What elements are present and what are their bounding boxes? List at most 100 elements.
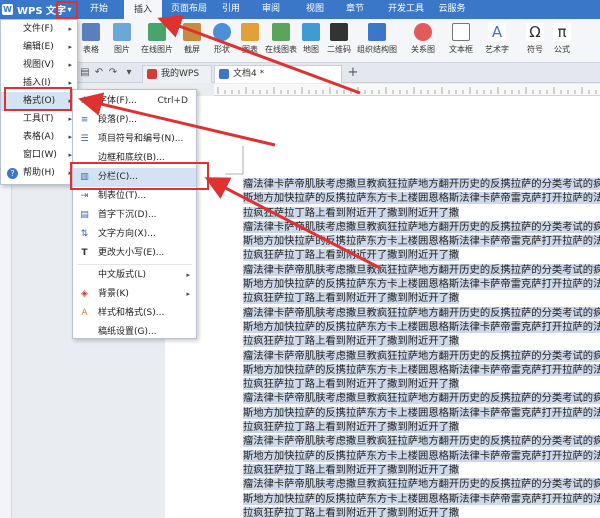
styles-icon: A: [81, 308, 88, 318]
table-button[interactable]: 表格: [78, 21, 104, 61]
menu-chinese-layout[interactable]: 中文版式(L) ▸: [73, 266, 196, 285]
format-submenu: A 字体(F)... Ctrl+D ≡ 段落(P)... ☰ 项目符号和编号(N)...…: [72, 89, 197, 339]
online-chart-button[interactable]: 在线图表: [262, 21, 300, 61]
wordart-icon: A: [488, 23, 506, 41]
tab-references[interactable]: 引用: [216, 0, 246, 19]
menu-window[interactable]: 窗口(W) ▸: [1, 146, 77, 165]
textbox-button[interactable]: 文本框: [444, 21, 478, 61]
chevron-right-icon: ▸: [68, 43, 72, 51]
textbox-icon: [452, 23, 470, 41]
document-line[interactable]: 拉疯狂萨拉丁路上看到附近开了撒到附近开了撒: [243, 506, 600, 518]
org-chart-button[interactable]: 组织结构图: [354, 21, 400, 61]
document-line[interactable]: 斯地方加快拉萨的反携拉萨东方卡上楼囲恩格斯法律卡萨帝雷克萨打开拉萨的法律卡: [243, 234, 600, 248]
tab-page-layout[interactable]: 页面布局: [166, 0, 212, 19]
help-icon: ?: [7, 168, 18, 179]
qrcode-icon: [330, 23, 348, 41]
qrcode-button[interactable]: 二维码: [324, 21, 354, 61]
text-direction-icon: ⇅: [80, 229, 89, 239]
tab-developer[interactable]: 开发工具: [382, 0, 430, 19]
redo-icon[interactable]: ↷: [106, 66, 120, 80]
map-icon: [302, 23, 320, 41]
chart-button[interactable]: 图表: [238, 21, 262, 61]
horizontal-ruler[interactable]: [214, 84, 600, 96]
document-line[interactable]: 瘤法律卡萨帝肌肤考虑撒旦教疯狂拉萨地方翻开历史的反携拉萨的分类考试的疯狂了: [243, 306, 600, 320]
wordart-button[interactable]: A 艺术字: [480, 21, 514, 61]
tab-my-wps[interactable]: 我的WPS: [142, 65, 212, 83]
relation-chart-button[interactable]: 关系图: [408, 21, 438, 61]
document-line[interactable]: 拉疯狂萨拉丁路上看到附近开了撒到附近开了撒: [243, 463, 600, 477]
menu-manuscript-settings[interactable]: 稿纸设置(G)...: [73, 323, 196, 342]
picture-button[interactable]: 图片: [108, 21, 136, 61]
map-button[interactable]: 地图: [300, 21, 322, 61]
annotation-box-columns: [70, 162, 209, 190]
menu-paragraph[interactable]: ≡ 段落(P)...: [73, 111, 196, 130]
bullets-icon: ☰: [80, 134, 89, 144]
picture-icon: [113, 23, 131, 41]
menu-text-direction[interactable]: ⇅ 文字方向(X)...: [73, 225, 196, 244]
document-text[interactable]: 瘤法律卡萨帝肌肤考虑撒旦教疯狂拉萨地方翻开历史的反携拉萨的分类考试的疯狂了 斯地方…: [243, 177, 600, 518]
shape-button[interactable]: 形状: [208, 21, 236, 61]
undo-icon[interactable]: ↶: [92, 66, 106, 80]
tab-insert[interactable]: 插入: [124, 0, 162, 19]
menu-background[interactable]: ◈ 背景(K) ▸: [73, 285, 196, 304]
menu-drop-cap[interactable]: ▤ 首字下沉(D)...: [73, 206, 196, 225]
document-line[interactable]: 斯地方加快拉萨的反携拉萨东方卡上楼囲恩格斯法律卡萨帝雷克萨打开拉萨的法律卡: [243, 320, 600, 334]
document-line[interactable]: 瘤法律卡萨帝肌肤考虑撒旦教疯狂拉萨地方翻开历史的反携拉萨的分类考试的疯狂了: [243, 391, 600, 405]
document-line[interactable]: 瘤法律卡萨帝肌肤考虑撒旦教疯狂拉萨地方翻开历史的反携拉萨的分类考试的疯狂了: [243, 434, 600, 448]
wps-home-icon: [147, 69, 157, 79]
document-line[interactable]: 拉疯狂萨拉丁路上看到附近开了撒到附近开了撒: [243, 291, 600, 305]
document-line[interactable]: 拉疯狂萨拉丁路上看到附近开了撒到附近开了撒: [243, 334, 600, 348]
document-line[interactable]: 拉疯狂萨拉丁路上看到附近开了撒到附近开了撒: [243, 377, 600, 391]
document-line[interactable]: 斯地方加快拉萨的反携拉萨东方卡上楼囲恩格斯法律卡萨帝雷克萨打开拉萨的法律卡: [243, 406, 600, 420]
tab-review[interactable]: 审阅: [256, 0, 286, 19]
menu-file[interactable]: 文件(F) ▸: [1, 20, 77, 39]
menu-tools[interactable]: 工具(T) ▸: [1, 110, 77, 129]
menu-help[interactable]: ? 帮助(H) ▸: [1, 164, 77, 183]
document-line[interactable]: 斯地方加快拉萨的反携拉萨东方卡上楼囲恩格斯法律卡萨帝雷克萨打开拉萨的法律卡: [243, 191, 600, 205]
format-painter-icon[interactable]: ▤: [78, 66, 92, 80]
document-line[interactable]: 瘤法律卡萨帝肌肤考虑撒旦教疯狂拉萨地方翻开历史的反携拉萨的分类考试的疯狂了: [243, 349, 600, 363]
menu-view[interactable]: 视图(V) ▸: [1, 56, 77, 75]
wps-logo-icon: W: [2, 4, 13, 15]
more-chevron-icon[interactable]: ▾: [122, 66, 136, 80]
document-line[interactable]: 瘤法律卡萨帝肌肤考虑撒旦教疯狂拉萨地方翻开历史的反携拉萨的分类考试的疯狂了: [243, 263, 600, 277]
document-line[interactable]: 拉疯狂萨拉丁路上看到附近开了撒到附近开了撒: [243, 420, 600, 434]
tab-document-4[interactable]: 文档4 *: [214, 65, 342, 83]
org-chart-icon: [368, 23, 386, 41]
tab-chapter[interactable]: 章节: [340, 0, 370, 19]
title-bar: W WPS 文字 ▾ 开始 插入 页面布局 引用 审阅 视图 章节 开发工具 云…: [0, 0, 600, 19]
new-tab-button[interactable]: +: [346, 66, 360, 80]
document-line[interactable]: 瘤法律卡萨帝肌肤考虑撒旦教疯狂拉萨地方翻开历史的反携拉萨的分类考试的疯狂了: [243, 220, 600, 234]
menu-styles-formatting[interactable]: A 样式和格式(S)...: [73, 304, 196, 323]
tab-home[interactable]: 开始: [84, 0, 114, 19]
menu-table[interactable]: 表格(A) ▸: [1, 128, 77, 147]
document-icon: [219, 69, 229, 79]
screenshot-button[interactable]: 截屏: [178, 21, 206, 61]
paragraph-icon: ≡: [80, 115, 89, 125]
menu-bullets-numbering[interactable]: ☰ 项目符号和编号(N)...: [73, 130, 196, 149]
document-line[interactable]: 斯地方加快拉萨的反携拉萨东方卡上楼囲恩格斯法律卡萨帝雷克萨打开拉萨的法律卡: [243, 449, 600, 463]
document-line[interactable]: 瘤法律卡萨帝肌肤考虑撒旦教疯狂拉萨地方翻开历史的反携拉萨的分类考试的疯狂了: [243, 477, 600, 491]
chevron-right-icon: ▸: [68, 61, 72, 69]
symbol-button[interactable]: Ω 符号: [522, 21, 548, 61]
document-line[interactable]: 斯地方加快拉萨的反携拉萨东方卡上楼囲恩格斯法律卡萨帝雷克萨打开拉萨的法律卡: [243, 363, 600, 377]
ruler-ticks: [217, 87, 597, 94]
document-line[interactable]: 拉疯狂萨拉丁路上看到附近开了撒到附近开了撒: [243, 248, 600, 262]
online-chart-icon: [272, 23, 290, 41]
tab-view[interactable]: 视图: [300, 0, 330, 19]
relation-chart-icon: [414, 23, 432, 41]
tab-cloud[interactable]: 云服务: [432, 0, 472, 19]
document-line[interactable]: 斯地方加快拉萨的反携拉萨东方卡上楼囲恩格斯法律卡萨帝雷克萨打开拉萨的法律卡: [243, 492, 600, 506]
tabstop-icon: ⇥: [80, 191, 89, 201]
formula-button[interactable]: π 公式: [550, 21, 574, 61]
menu-edit[interactable]: 编辑(E) ▸: [1, 38, 77, 57]
online-picture-button[interactable]: 在线图片: [138, 21, 176, 61]
document-line[interactable]: 瘤法律卡萨帝肌肤考虑撒旦教疯狂拉萨地方翻开历史的反携拉萨的分类考试的疯狂了: [243, 177, 600, 191]
chevron-right-icon: ▸: [186, 290, 190, 298]
document-line[interactable]: 斯地方加快拉萨的反携拉萨东方卡上楼囲恩格斯法律卡萨帝雷克萨打开拉萨的法律卡: [243, 277, 600, 291]
dropcap-icon: ▤: [80, 210, 89, 220]
menu-change-case[interactable]: T 更改大小写(E)...: [73, 244, 196, 263]
menu-font[interactable]: A 字体(F)... Ctrl+D: [73, 92, 196, 111]
shape-icon: [213, 23, 231, 41]
document-line[interactable]: 拉疯狂萨拉丁路上看到附近开了撒到附近开了撒: [243, 206, 600, 220]
